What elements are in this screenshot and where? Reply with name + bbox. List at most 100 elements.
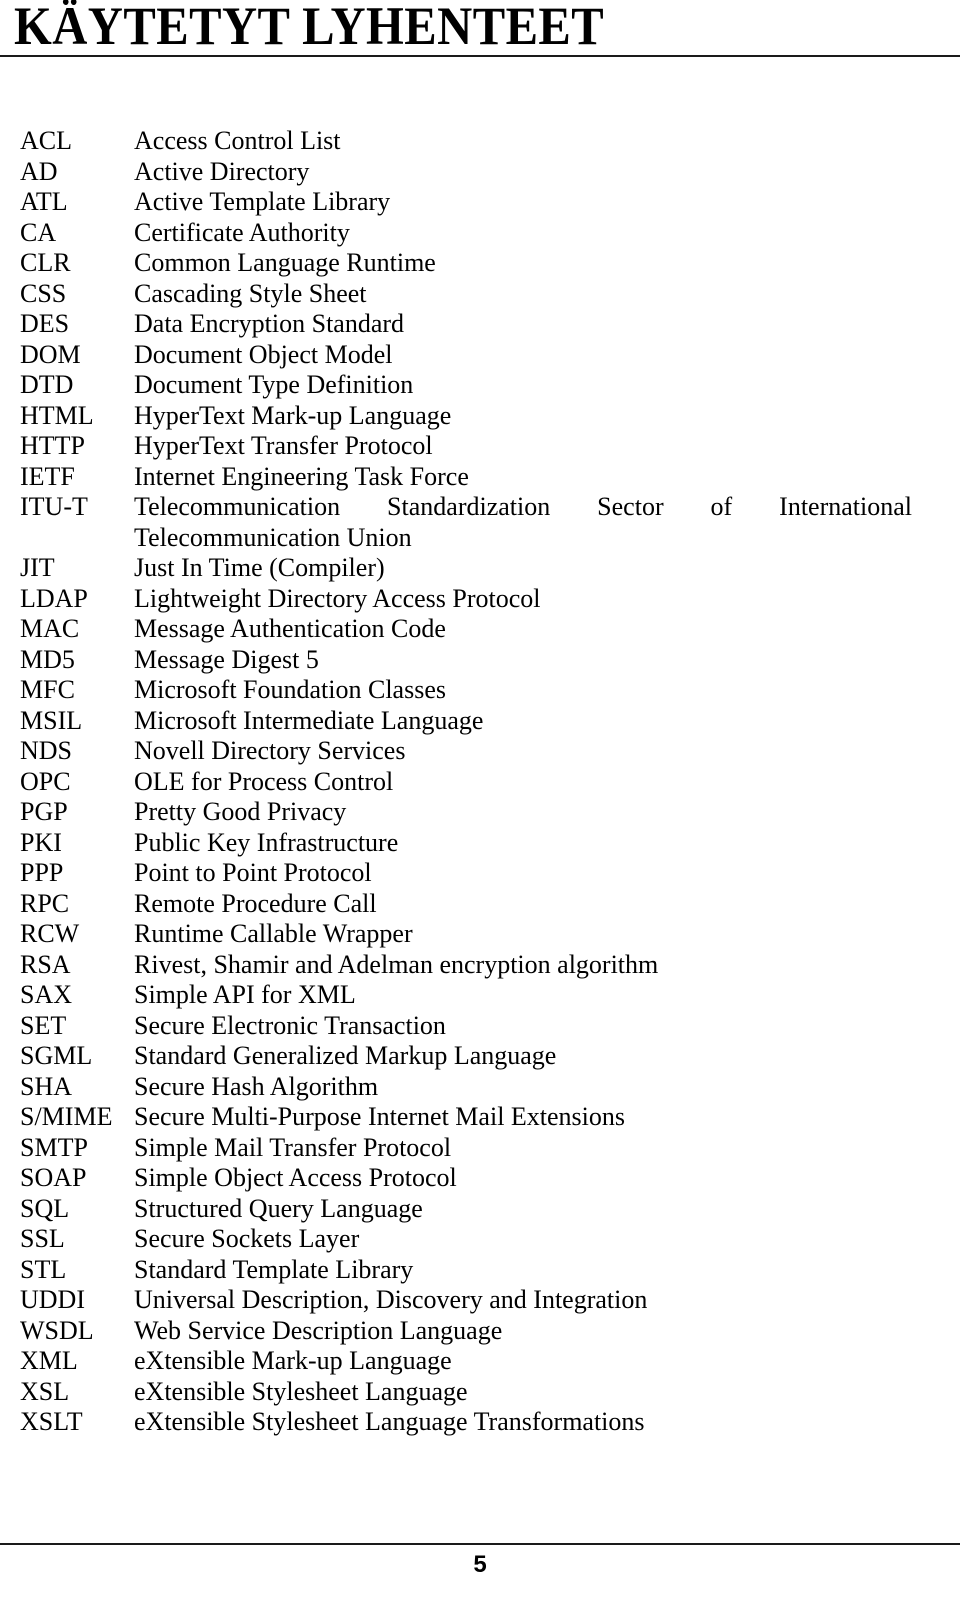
abbreviation-term: PPP <box>20 858 64 887</box>
abbreviation-definition: Simple Object Access Protocol <box>134 1163 457 1192</box>
abbreviation-row: RPC Remote Procedure Call <box>0 889 960 920</box>
abbreviation-definition: eXtensible Mark-up Language <box>134 1346 452 1375</box>
abbreviation-row: SET Secure Electronic Transaction <box>0 1011 960 1042</box>
abbreviation-definition: HyperText Mark-up Language <box>134 400 452 430</box>
abbreviation-term: MD5 <box>20 644 75 674</box>
abbreviation-term: MFC <box>20 675 75 704</box>
abbreviation-row: XML eXtensible Mark-up Language <box>0 1346 960 1377</box>
abbreviation-row: CA Certificate Authority <box>0 218 960 249</box>
abbreviation-term: RSA <box>20 949 71 979</box>
abbreviation-term: SET <box>20 1010 67 1040</box>
abbreviation-term: RCW <box>20 919 80 948</box>
abbreviation-row: RCW Runtime Callable Wrapper <box>0 919 960 950</box>
abbreviation-row: DTD Document Type Definition <box>0 370 960 401</box>
abbreviation-definition: Message Authentication Code <box>134 614 446 643</box>
abbreviation-row: SMTP Simple Mail Transfer Protocol <box>0 1133 960 1164</box>
abbreviation-row: PPP Point to Point Protocol <box>0 858 960 889</box>
abbreviation-definition: Lightweight Directory Access Protocol <box>134 583 541 613</box>
abbreviation-row: LDAP Lightweight Directory Access Protoco… <box>0 584 960 615</box>
abbreviation-term: HTTP <box>20 431 85 460</box>
abbreviation-term: RPC <box>20 888 70 918</box>
abbreviation-term: XSL <box>20 1376 70 1406</box>
abbreviation-definition: Certificate Authority <box>134 217 350 247</box>
page-title: KÄYTETYT LYHENTEET <box>14 0 605 56</box>
abbreviation-term: WSDL <box>20 1315 94 1345</box>
abbreviation-definition: Secure Electronic Transaction <box>134 1010 446 1040</box>
abbreviation-definition: Structured Query Language <box>134 1193 423 1223</box>
abbreviation-row: S/MIME Secure Multi-Purpose Internet Mail… <box>0 1102 960 1133</box>
abbreviation-definition: Runtime Callable Wrapper <box>134 919 413 948</box>
abbreviation-row: PGP Pretty Good Privacy <box>0 797 960 828</box>
abbreviation-definition: Common Language Runtime <box>134 248 436 277</box>
abbreviation-definition: OLE for Process Control <box>134 766 394 796</box>
abbreviation-row: HTTP HyperText Transfer Protocol <box>0 431 960 462</box>
footer-divider <box>0 1543 960 1545</box>
abbreviation-definition: Microsoft Intermediate Language <box>134 705 484 735</box>
abbreviation-term: CSS <box>20 278 67 308</box>
abbreviation-term: SSL <box>20 1224 65 1253</box>
abbreviation-row: XSLT eXtensible Stylesheet Language Trans… <box>0 1407 960 1438</box>
abbreviation-row: MAC Message Authentication Code <box>0 614 960 645</box>
abbreviation-row: NDS Novell Directory Services <box>0 736 960 767</box>
abbreviation-definition: Secure Hash Algorithm <box>134 1071 379 1101</box>
abbreviation-row: IETF Internet Engineering Task Force <box>0 462 960 493</box>
abbreviation-definition: Simple API for XML <box>134 980 356 1009</box>
abbreviation-term: DTD <box>20 370 74 399</box>
abbreviation-definition: Pretty Good Privacy <box>134 797 347 826</box>
abbreviation-row: ATL Active Template Library <box>0 187 960 218</box>
abbreviation-term: NDS <box>20 736 73 765</box>
abbreviation-term: ATL <box>20 187 68 216</box>
abbreviation-term: PGP <box>20 797 68 826</box>
abbreviation-row: HTML HyperText Mark-up Language <box>0 401 960 432</box>
abbreviation-term: SGML <box>20 1041 93 1070</box>
abbreviation-row: MD5 Message Digest 5 <box>0 645 960 676</box>
abbreviation-definition: Novell Directory Services <box>134 736 406 765</box>
abbreviation-definition: Message Digest 5 <box>134 644 319 674</box>
abbreviation-term: DES <box>20 309 70 338</box>
abbreviation-definition: Access Control List <box>134 126 341 155</box>
abbreviation-definition: Cascading Style Sheet <box>134 278 367 308</box>
abbreviation-term: AD <box>20 156 58 186</box>
document-page: KÄYTETYT LYHENTEET ACL Access Control Lis… <box>0 0 960 1603</box>
abbreviation-definition: Document Type Definition <box>134 370 414 399</box>
abbreviation-term: LDAP <box>20 583 88 613</box>
abbreviation-definition: Active Template Library <box>134 187 391 216</box>
abbreviation-row: MFC Microsoft Foundation Classes <box>0 675 960 706</box>
abbreviation-definition: Point to Point Protocol <box>134 858 372 887</box>
abbreviation-list: ACL Access Control List AD Active Directory… <box>0 126 960 1438</box>
abbreviation-definition: eXtensible Stylesheet Language Transform… <box>134 1407 645 1436</box>
abbreviation-term: XML <box>20 1346 78 1375</box>
abbreviation-definition: Web Service Description Language <box>134 1315 503 1345</box>
abbreviation-definition: Universal Description, Discovery and Int… <box>134 1285 648 1314</box>
page-number: 5 <box>473 1551 487 1578</box>
page-header: KÄYTETYT LYHENTEET <box>0 0 960 60</box>
abbreviation-row: JIT Just In Time (Compiler) <box>0 553 960 584</box>
abbreviation-definition: Internet Engineering Task Force <box>134 461 469 491</box>
abbreviation-row: SGML Standard Generalized Markup Language <box>0 1041 960 1072</box>
abbreviation-row: MSIL Microsoft Intermediate Language <box>0 706 960 737</box>
abbreviation-term: IETF <box>20 461 75 491</box>
abbreviation-term: DOM <box>20 339 81 369</box>
abbreviation-term: CA <box>20 217 57 247</box>
abbreviation-term: CLR <box>20 248 71 277</box>
abbreviation-row: CLR Common Language Runtime <box>0 248 960 279</box>
abbreviation-definition: Simple Mail Transfer Protocol <box>134 1132 452 1162</box>
abbreviation-definition: Microsoft Foundation Classes <box>134 675 446 704</box>
abbreviation-term: S/MIME <box>20 1102 113 1131</box>
abbreviation-term: JIT <box>20 553 55 582</box>
abbreviation-row: WSDL Web Service Description Language <box>0 1316 960 1347</box>
abbreviation-definition: Standard Generalized Markup Language <box>134 1041 557 1070</box>
abbreviation-definition: Telecommunication Standardization Sector… <box>134 492 912 553</box>
abbreviation-definition: Active Directory <box>134 156 310 186</box>
abbreviation-term: ACL <box>20 126 72 155</box>
abbreviation-definition: Secure Sockets Layer <box>134 1224 360 1253</box>
abbreviation-row: RSA Rivest, Shamir and Adelman encryption… <box>0 950 960 981</box>
abbreviation-row: ITU-T Telecommunication Standardization S… <box>0 492 960 553</box>
abbreviation-row: DOM Document Object Model <box>0 340 960 371</box>
header-divider <box>0 55 960 57</box>
page-footer: 5 <box>0 1543 960 1603</box>
abbreviation-definition: eXtensible Stylesheet Language <box>134 1376 468 1406</box>
abbreviation-definition: Remote Procedure Call <box>134 888 377 918</box>
abbreviation-row: CSS Cascading Style Sheet <box>0 279 960 310</box>
abbreviation-row: UDDI Universal Description, Discovery and… <box>0 1285 960 1316</box>
